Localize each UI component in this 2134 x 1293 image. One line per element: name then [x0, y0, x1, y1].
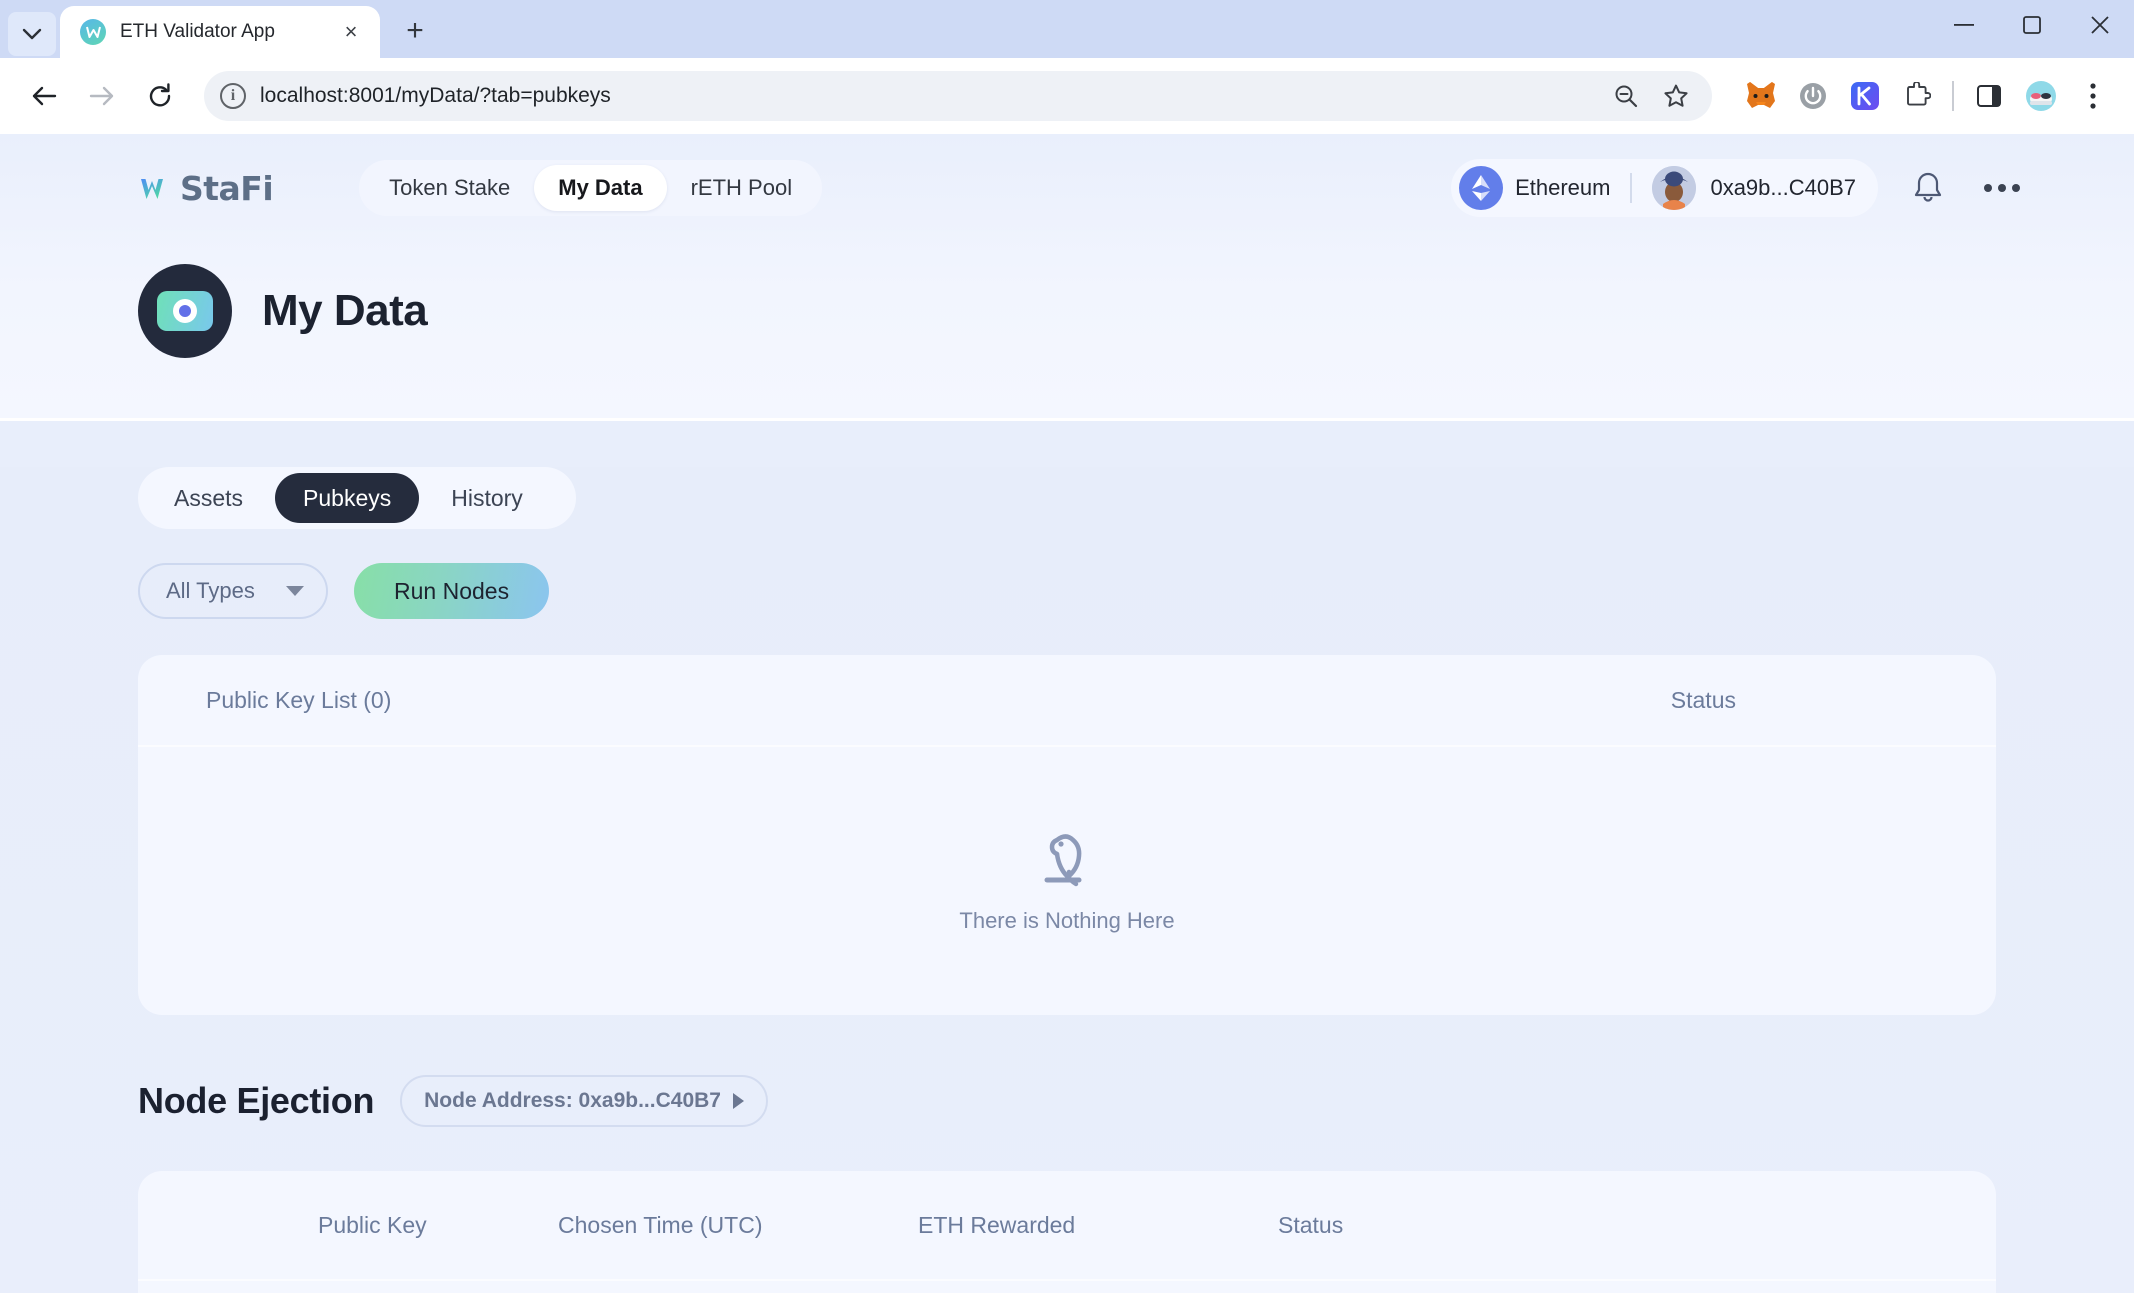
tab-pubkeys[interactable]: Pubkeys — [275, 473, 420, 523]
page-bottom-band: Assets Pubkeys History All Types Run Nod… — [0, 467, 2134, 1293]
keplr-extension-icon[interactable] — [1842, 73, 1888, 119]
stafi-logo-icon — [141, 179, 163, 199]
stafi-logo-text: StaFi — [180, 168, 274, 208]
main-nav: Token Stake My Data rETH Pool — [359, 160, 823, 216]
tab-favicon-icon — [80, 19, 106, 45]
status-column-label: Status — [1670, 686, 1736, 713]
tab-assets[interactable]: Assets — [146, 473, 271, 523]
chevron-down-icon — [286, 586, 304, 596]
app-header: StaFi Token Stake My Data rETH Pool Ethe… — [0, 134, 2134, 242]
avatar — [1652, 166, 1697, 210]
bookmark-star-icon[interactable] — [1656, 76, 1696, 116]
toolbar-controls: All Types Run Nodes — [138, 563, 1996, 619]
type-filter-value: All Types — [166, 578, 255, 603]
back-button[interactable] — [18, 70, 70, 122]
empty-state-text: There is Nothing Here — [959, 908, 1175, 933]
column-eth-rewarded: ETH Rewarded — [918, 1211, 1076, 1238]
reload-icon — [149, 83, 171, 107]
close-window-button[interactable] — [2066, 0, 2134, 50]
run-nodes-button[interactable]: Run Nodes — [354, 563, 550, 619]
maximize-button[interactable] — [1998, 0, 2066, 50]
pubkey-list-empty-state: There is Nothing Here — [138, 747, 1996, 1015]
site-info-icon[interactable]: i — [220, 83, 246, 109]
node-address-label: Node Address: 0xa9b...C40B7 — [424, 1089, 721, 1112]
app-page: StaFi Token Stake My Data rETH Pool Ethe… — [0, 134, 2134, 1293]
page-top-band: StaFi Token Stake My Data rETH Pool Ethe… — [0, 134, 2134, 421]
close-icon — [2091, 16, 2109, 34]
minimize-icon — [1954, 24, 1974, 26]
browser-tab[interactable]: ETH Validator App × — [60, 6, 380, 58]
browser-tabstrip: ETH Validator App × + — [0, 0, 2134, 58]
table-header-row: Public Key Chosen Time (UTC) ETH Rewarde… — [138, 1171, 1996, 1281]
page-title: My Data — [262, 286, 428, 335]
chain-name: Ethereum — [1515, 175, 1611, 200]
node-ejection-header: Node Ejection Node Address: 0xa9b...C40B… — [138, 1075, 1996, 1127]
node-ejection-table: Public Key Chosen Time (UTC) ETH Rewarde… — [138, 1171, 1996, 1293]
url-text: localhost:8001/myData/?tab=pubkeys — [260, 84, 611, 107]
omnibox-actions — [1606, 76, 1696, 116]
profile-avatar-icon[interactable] — [2018, 73, 2064, 119]
toolbar-divider — [1952, 81, 1954, 111]
stafi-logo[interactable]: StaFi — [138, 168, 274, 208]
close-icon[interactable]: × — [336, 17, 366, 47]
zoom-out-icon[interactable] — [1606, 76, 1646, 116]
chrome-menu-icon[interactable] — [2070, 73, 2116, 119]
column-chosen-time: Chosen Time (UTC) — [558, 1211, 763, 1238]
pubkey-list-header: Public Key List (0) Status — [138, 655, 1996, 747]
tab-search-button[interactable] — [8, 12, 56, 56]
power-toggle-extension-icon[interactable] — [1790, 73, 1836, 119]
nav-item-token-stake[interactable]: Token Stake — [365, 165, 534, 211]
browser-toolbar: i localhost:8001/myData/?tab=pubkeys — [0, 58, 2134, 134]
maximize-icon — [2023, 16, 2041, 34]
header-right: Ethereum 0xa9b...C40B7 — [1451, 159, 2026, 217]
bird-on-perch-icon — [1044, 834, 1082, 887]
forward-button[interactable] — [76, 70, 128, 122]
column-status: Status — [1278, 1211, 1344, 1238]
data-tabs: Assets Pubkeys History — [138, 467, 576, 529]
wallet-divider — [1630, 173, 1633, 203]
page-title-row: My Data — [0, 242, 2134, 358]
address-bar[interactable]: i localhost:8001/myData/?tab=pubkeys — [204, 71, 1712, 121]
window-controls — [1930, 0, 2134, 50]
extensions-puzzle-icon[interactable] — [1894, 73, 1940, 119]
triangle-right-icon — [732, 1093, 744, 1109]
page-content: Assets Pubkeys History All Types Run Nod… — [0, 467, 2134, 1293]
chain-selector[interactable]: Ethereum — [1459, 166, 1610, 210]
type-filter-select[interactable]: All Types — [138, 563, 328, 619]
tab-title: ETH Validator App — [120, 21, 275, 42]
chevron-down-icon — [22, 28, 42, 40]
bell-icon[interactable] — [1904, 164, 1952, 212]
side-panel-icon[interactable] — [1966, 73, 2012, 119]
column-public-key: Public Key — [318, 1211, 427, 1238]
minimize-button[interactable] — [1930, 0, 1998, 50]
node-address-selector[interactable]: Node Address: 0xa9b...C40B7 — [400, 1075, 768, 1127]
wallet-pill[interactable]: Ethereum 0xa9b...C40B7 — [1451, 159, 1878, 217]
pubkey-list-card: Public Key List (0) Status There is Noth… — [138, 655, 1996, 1015]
node-ejection-title: Node Ejection — [138, 1080, 375, 1121]
reload-button[interactable] — [134, 70, 186, 122]
ethereum-icon — [1459, 166, 1504, 210]
arrow-left-icon — [32, 86, 57, 106]
metamask-extension-icon[interactable] — [1738, 73, 1784, 119]
my-data-icon — [138, 264, 232, 358]
browser-window: ETH Validator App × + i localhost:8001/m… — [0, 0, 2134, 1293]
nav-item-reth-pool[interactable]: rETH Pool — [667, 165, 816, 211]
more-horizontal-icon[interactable] — [1978, 164, 2026, 212]
tab-history[interactable]: History — [423, 473, 551, 523]
public-key-list-label: Public Key List (0) — [206, 686, 392, 713]
extension-icons — [1730, 73, 2116, 119]
nav-item-my-data[interactable]: My Data — [534, 165, 667, 211]
arrow-right-icon — [89, 86, 114, 106]
new-tab-button[interactable]: + — [392, 8, 438, 54]
wallet-address: 0xa9b...C40B7 — [1710, 175, 1856, 200]
